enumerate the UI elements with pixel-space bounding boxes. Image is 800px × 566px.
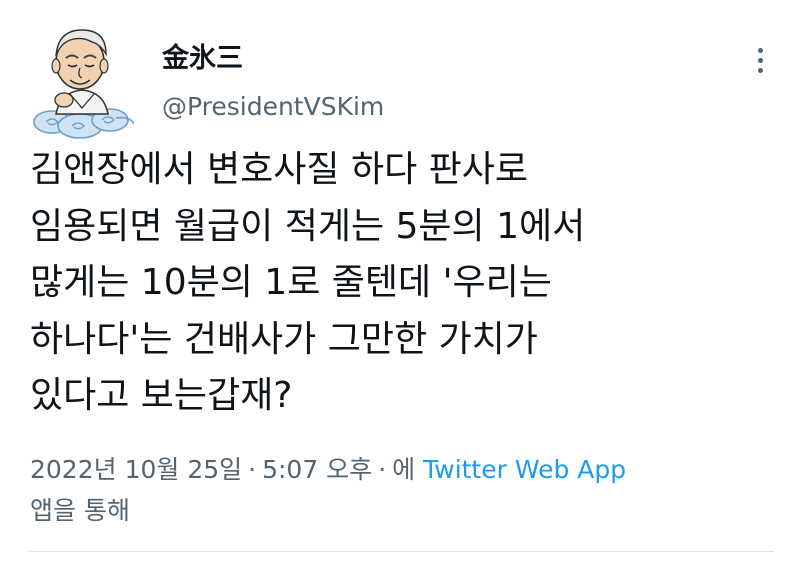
tweet-text-line: 많게는 10분의 1로 줄텐데 '우리는	[30, 262, 552, 303]
more-dot	[757, 57, 763, 63]
tweet-text-line: 있다고 보는갑재?	[30, 375, 293, 416]
tweet-meta-line-1: 2022년 10월 25일 · 5:07 오후 · 에 Twitter Web App	[30, 449, 770, 490]
more-dot	[757, 47, 763, 53]
tweet-text-line: 하나다'는 건배사가 그만한 가치가	[30, 318, 538, 360]
author-handle[interactable]: @PresidentVSKim	[162, 91, 384, 123]
avatar[interactable]	[30, 18, 135, 142]
divider	[28, 551, 774, 552]
tweet-text: 김앤장에서 변호사질 하다 판사로 임용되면 월급이 적게는 5분의 1에서 많…	[30, 142, 770, 425]
separator: ·	[248, 455, 257, 484]
tweet-card: 金氷三 @PresidentVSKim 김앤장에서 변호사질 하다 판사로 임용…	[0, 0, 800, 566]
tweet-metadata: 2022년 10월 25일 · 5:07 오후 · 에 Twitter Web App …	[30, 449, 770, 531]
via-suffix: 앱을 통해	[30, 496, 130, 525]
more-dot	[757, 67, 763, 73]
via-prefix: 에	[392, 455, 416, 484]
more-vertical-icon[interactable]	[748, 44, 772, 76]
source-app-link[interactable]: Twitter Web App	[423, 455, 626, 484]
author-display-name[interactable]: 金氷三	[162, 42, 243, 76]
tweet-text-line: 임용되면 월급이 적게는 5분의 1에서	[30, 205, 586, 247]
tweet-text-line: 김앤장에서 변호사질 하다 판사로	[30, 149, 529, 190]
separator: ·	[378, 455, 387, 484]
tweet-date[interactable]: 2022년 10월 25일	[30, 455, 242, 484]
tweet-time[interactable]: 5:07 오후	[262, 455, 372, 484]
